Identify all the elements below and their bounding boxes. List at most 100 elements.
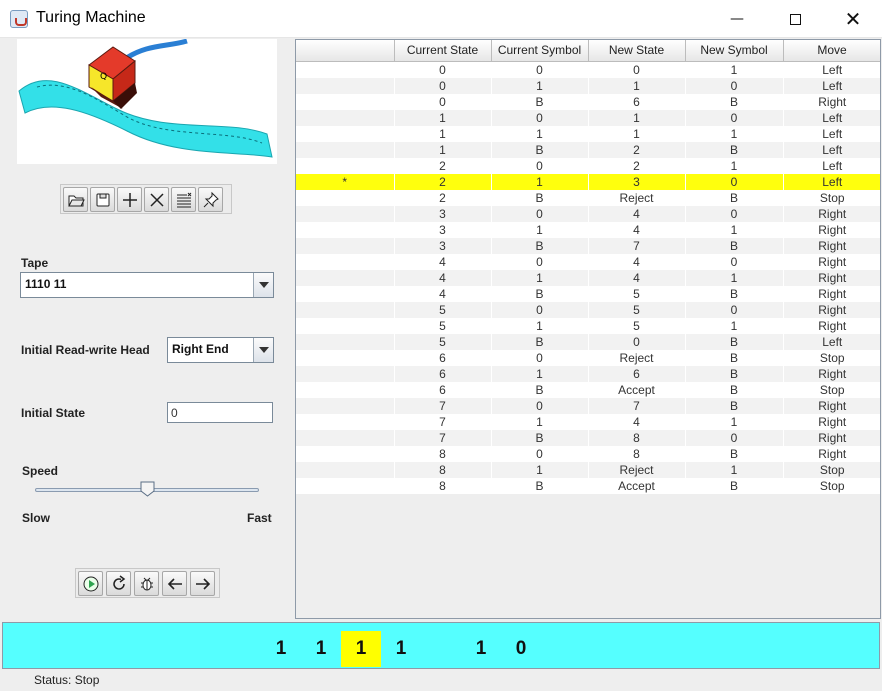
cell-marker[interactable] — [296, 158, 394, 174]
cell-current-state[interactable]: 4 — [393, 269, 491, 286]
table-row[interactable]: 8 0 8 B Right — [296, 445, 880, 462]
cell-marker[interactable] — [296, 382, 394, 398]
cell-move[interactable]: Left — [782, 157, 880, 174]
tape-dropdown-button[interactable] — [253, 273, 273, 297]
cell-current-state[interactable]: 8 — [393, 445, 491, 462]
reset-button[interactable] — [106, 571, 131, 596]
cell-new-symbol[interactable]: 1 — [684, 221, 783, 238]
cell-current-symbol[interactable]: 0 — [490, 445, 588, 462]
cell-current-symbol[interactable]: 1 — [490, 413, 588, 430]
cell-current-symbol[interactable]: 0 — [490, 61, 588, 78]
cell-new-symbol[interactable]: B — [684, 93, 783, 110]
cell-new-symbol[interactable]: B — [684, 237, 783, 254]
cell-current-symbol[interactable]: B — [490, 141, 588, 158]
cell-new-symbol[interactable]: B — [684, 189, 783, 206]
initial-state-input[interactable]: 0 — [167, 402, 273, 423]
column-header-new-state[interactable]: New State — [588, 40, 686, 62]
cell-current-symbol[interactable]: B — [490, 333, 588, 350]
cell-new-state[interactable]: 8 — [587, 429, 685, 446]
cell-current-symbol[interactable]: 1 — [490, 365, 588, 382]
cell-new-state[interactable]: 1 — [587, 109, 685, 126]
table-row[interactable]: 7 1 4 1 Right — [296, 413, 880, 430]
cell-current-symbol[interactable]: 0 — [490, 109, 588, 126]
cell-new-state[interactable]: 6 — [587, 365, 685, 382]
table-row[interactable]: 1 0 1 0 Left — [296, 109, 880, 126]
cell-new-state[interactable]: 4 — [587, 269, 685, 286]
table-row[interactable]: 3 1 4 1 Right — [296, 221, 880, 238]
table-row[interactable]: 3 B 7 B Right — [296, 237, 880, 254]
cell-marker[interactable] — [296, 222, 394, 238]
cell-move[interactable]: Left — [782, 61, 880, 78]
maximize-button[interactable] — [766, 0, 824, 38]
cell-current-symbol[interactable]: 0 — [490, 301, 588, 318]
cell-move[interactable]: Left — [782, 77, 880, 94]
cell-move[interactable]: Stop — [782, 349, 880, 366]
add-row-button[interactable] — [117, 187, 142, 212]
cell-current-state[interactable]: 0 — [393, 77, 491, 94]
cell-marker[interactable] — [296, 398, 394, 414]
save-button[interactable] — [90, 187, 115, 212]
cell-new-state[interactable]: 0 — [587, 61, 685, 78]
cell-new-symbol[interactable]: B — [684, 381, 783, 398]
cell-marker[interactable] — [296, 238, 394, 254]
table-row[interactable]: 5 1 5 1 Right — [296, 317, 880, 334]
cell-new-symbol[interactable]: 1 — [684, 317, 783, 334]
cell-new-state[interactable]: 2 — [587, 157, 685, 174]
cell-current-state[interactable]: 7 — [393, 397, 491, 414]
cell-current-state[interactable]: 4 — [393, 285, 491, 302]
table-row[interactable]: 6 1 6 B Right — [296, 365, 880, 382]
cell-marker[interactable] — [296, 334, 394, 350]
list-button[interactable] — [171, 187, 196, 212]
column-header-move[interactable]: Move — [783, 40, 880, 62]
cell-new-symbol[interactable]: B — [684, 349, 783, 366]
cell-new-state[interactable]: Accept — [587, 381, 685, 398]
close-button[interactable]: ✕ — [824, 0, 882, 38]
column-header-current-symbol[interactable]: Current Symbol — [491, 40, 589, 62]
cell-new-symbol[interactable]: 0 — [684, 109, 783, 126]
cell-current-state[interactable]: 0 — [393, 93, 491, 110]
cell-new-state[interactable]: 8 — [587, 445, 685, 462]
cell-new-state[interactable]: Accept — [587, 477, 685, 494]
cell-move[interactable]: Left — [782, 333, 880, 350]
cell-current-state[interactable]: 2 — [393, 173, 491, 190]
table-row[interactable]: 0 B 6 B Right — [296, 93, 880, 110]
cell-current-state[interactable]: 6 — [393, 349, 491, 366]
table-row[interactable]: 8 B Accept B Stop — [296, 477, 880, 494]
cell-marker[interactable] — [296, 190, 394, 206]
cell-current-symbol[interactable]: 1 — [490, 173, 588, 190]
cell-current-symbol[interactable]: 1 — [490, 461, 588, 478]
cell-current-symbol[interactable]: 0 — [490, 157, 588, 174]
cell-new-state[interactable]: 7 — [587, 397, 685, 414]
cell-move[interactable]: Right — [782, 429, 880, 446]
head-position-select[interactable]: Right End — [167, 337, 274, 363]
cell-move[interactable]: Right — [782, 237, 880, 254]
column-header-current-state[interactable]: Current State — [394, 40, 492, 62]
cell-marker[interactable] — [296, 142, 394, 158]
cell-move[interactable]: Right — [782, 221, 880, 238]
cell-new-state[interactable]: 4 — [587, 205, 685, 222]
cell-marker[interactable] — [296, 61, 394, 78]
cell-current-state[interactable]: 4 — [393, 253, 491, 270]
cell-current-symbol[interactable]: B — [490, 93, 588, 110]
cell-marker[interactable]: * — [296, 173, 394, 190]
cell-move[interactable]: Right — [782, 365, 880, 382]
cell-current-state[interactable]: 7 — [393, 413, 491, 430]
cell-new-symbol[interactable]: B — [684, 365, 783, 382]
cell-new-state[interactable]: 3 — [587, 173, 685, 190]
cell-move[interactable]: Right — [782, 269, 880, 286]
cell-new-symbol[interactable]: 0 — [684, 205, 783, 222]
table-row[interactable]: 8 1 Reject 1 Stop — [296, 461, 880, 478]
cell-marker[interactable] — [296, 254, 394, 270]
cell-move[interactable]: Right — [782, 317, 880, 334]
cell-current-symbol[interactable]: 1 — [490, 221, 588, 238]
cell-new-symbol[interactable]: 1 — [684, 61, 783, 78]
cell-current-state[interactable]: 8 — [393, 477, 491, 494]
cell-marker[interactable] — [296, 366, 394, 382]
table-row[interactable]: 0 0 0 1 Left — [296, 61, 880, 78]
table-row[interactable]: 1 B 2 B Left — [296, 141, 880, 158]
cell-new-state[interactable]: 5 — [587, 285, 685, 302]
cell-move[interactable]: Right — [782, 205, 880, 222]
speed-slider-thumb[interactable] — [140, 481, 155, 497]
cell-marker[interactable] — [296, 94, 394, 110]
open-button[interactable] — [63, 187, 88, 212]
